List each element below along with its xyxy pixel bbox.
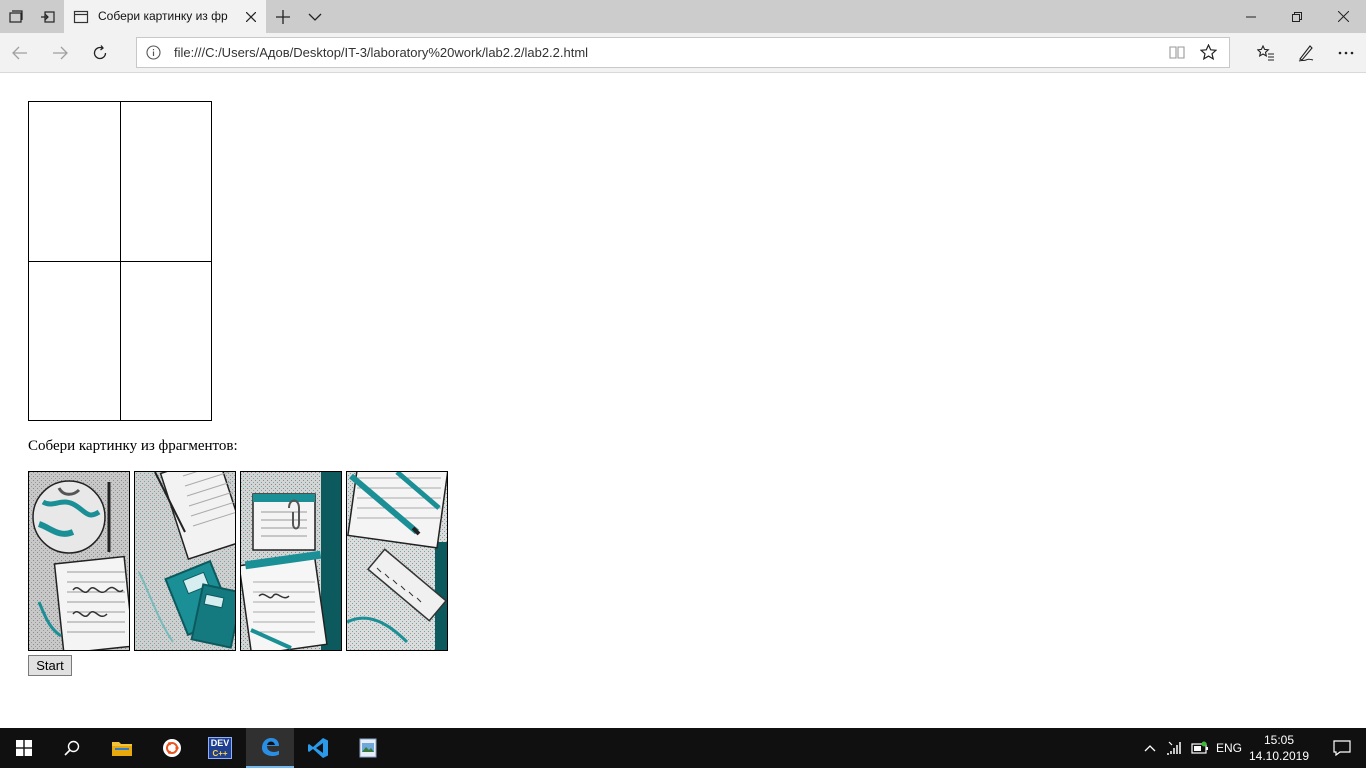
set-aside-icon [41,10,55,23]
address-text[interactable]: file:///C:/Users/Адов/Desktop/IT-3/labor… [174,38,588,67]
puzzle-board [28,101,212,421]
forward-button[interactable] [40,33,80,73]
drop-cell-2[interactable] [120,102,212,262]
close-icon [246,12,256,22]
show-hidden-icons-button[interactable] [1140,728,1160,768]
navigation-bar: file:///C:/Users/Адов/Desktop/IT-3/labor… [0,33,1366,73]
drop-cell-4[interactable] [120,261,212,421]
clock-button[interactable]: 15:05 14.10.2019 [1246,732,1312,764]
instruction-text: Собери картинку из фрагментов: [28,438,238,454]
taskbar-vscode[interactable] [294,728,342,768]
close-window-button[interactable] [1320,0,1366,33]
battery-icon [1191,741,1208,754]
notes-button[interactable] [1286,33,1326,73]
tab-preview-button[interactable] [0,0,32,33]
fragment-globe[interactable] [28,471,130,651]
favorites-hub-button[interactable] [1246,33,1286,73]
forward-arrow-icon [53,46,68,60]
address-bar[interactable]: file:///C:/Users/Адов/Desktop/IT-3/labor… [136,37,1230,68]
minimize-icon [1246,16,1256,17]
new-tab-button[interactable] [268,0,298,33]
back-arrow-icon [12,46,27,60]
clock-time: 15:05 [1263,733,1295,747]
restore-icon [1292,11,1302,22]
taskbar-devcpp[interactable]: DEV C++ [196,728,244,768]
vscode-icon [308,738,328,758]
back-button[interactable] [0,33,40,73]
info-icon[interactable] [146,45,161,60]
chevron-down-icon [308,13,322,21]
tab-list-button[interactable] [300,0,330,33]
fragment-pencils-ruler[interactable] [346,471,448,651]
pen-icon [1298,45,1314,62]
notification-icon [1333,740,1351,756]
more-button[interactable] [1326,33,1366,73]
favorite-star-icon[interactable] [1200,44,1217,61]
set-tabs-aside-button[interactable] [32,0,64,33]
devcpp-label: DEV [210,738,230,748]
tab-close-button[interactable] [242,8,260,26]
taskbar-edge[interactable] [246,728,294,768]
folder-icon [112,742,132,756]
search-icon [64,740,80,756]
clock-date: 14.10.2019 [1248,749,1310,763]
page-favicon-icon [73,10,89,24]
drop-cell-3[interactable] [29,261,121,421]
favorites-list-icon [1257,45,1274,61]
edge-logo-icon [262,738,279,756]
more-dots-icon [1338,51,1354,55]
plus-icon [276,9,290,24]
tab-title: Собери картинку из фр [98,9,228,23]
windows-logo-icon [16,740,32,756]
ubuntu-logo-icon [163,739,181,757]
taskbar: DEV C++ ENG 15:05 14.10.2019 [0,728,1366,768]
taskbar-file-explorer[interactable] [98,728,146,768]
network-button[interactable] [1162,728,1186,768]
wifi-icon [1167,741,1181,755]
close-icon [1337,11,1349,22]
devcpp-icon: DEV C++ [208,737,232,759]
tab-preview-icon [9,9,23,23]
search-button[interactable] [48,728,96,768]
input-language-button[interactable]: ENG [1212,728,1246,768]
battery-button[interactable] [1188,728,1212,768]
minimize-button[interactable] [1228,0,1274,33]
reading-view-icon[interactable] [1169,45,1185,60]
page-content: Собери картинку из фрагментов: Start [0,74,1366,728]
refresh-button[interactable] [80,33,120,73]
action-center-button[interactable] [1318,728,1366,768]
drop-cell-1[interactable] [29,102,121,262]
taskbar-image-viewer[interactable] [344,728,392,768]
tab-active[interactable]: Собери картинку из фр [64,0,266,33]
tab-bar: Собери картинку из фр [0,0,1366,33]
start-menu-button[interactable] [0,728,48,768]
taskbar-ubuntu[interactable] [148,728,196,768]
chevron-up-icon [1144,745,1156,752]
refresh-icon [93,45,107,60]
start-button[interactable]: Start [28,655,72,676]
fragment-books[interactable] [134,471,236,651]
fragment-notepad[interactable] [240,471,342,651]
restore-button[interactable] [1274,0,1320,33]
image-file-icon [359,738,377,758]
